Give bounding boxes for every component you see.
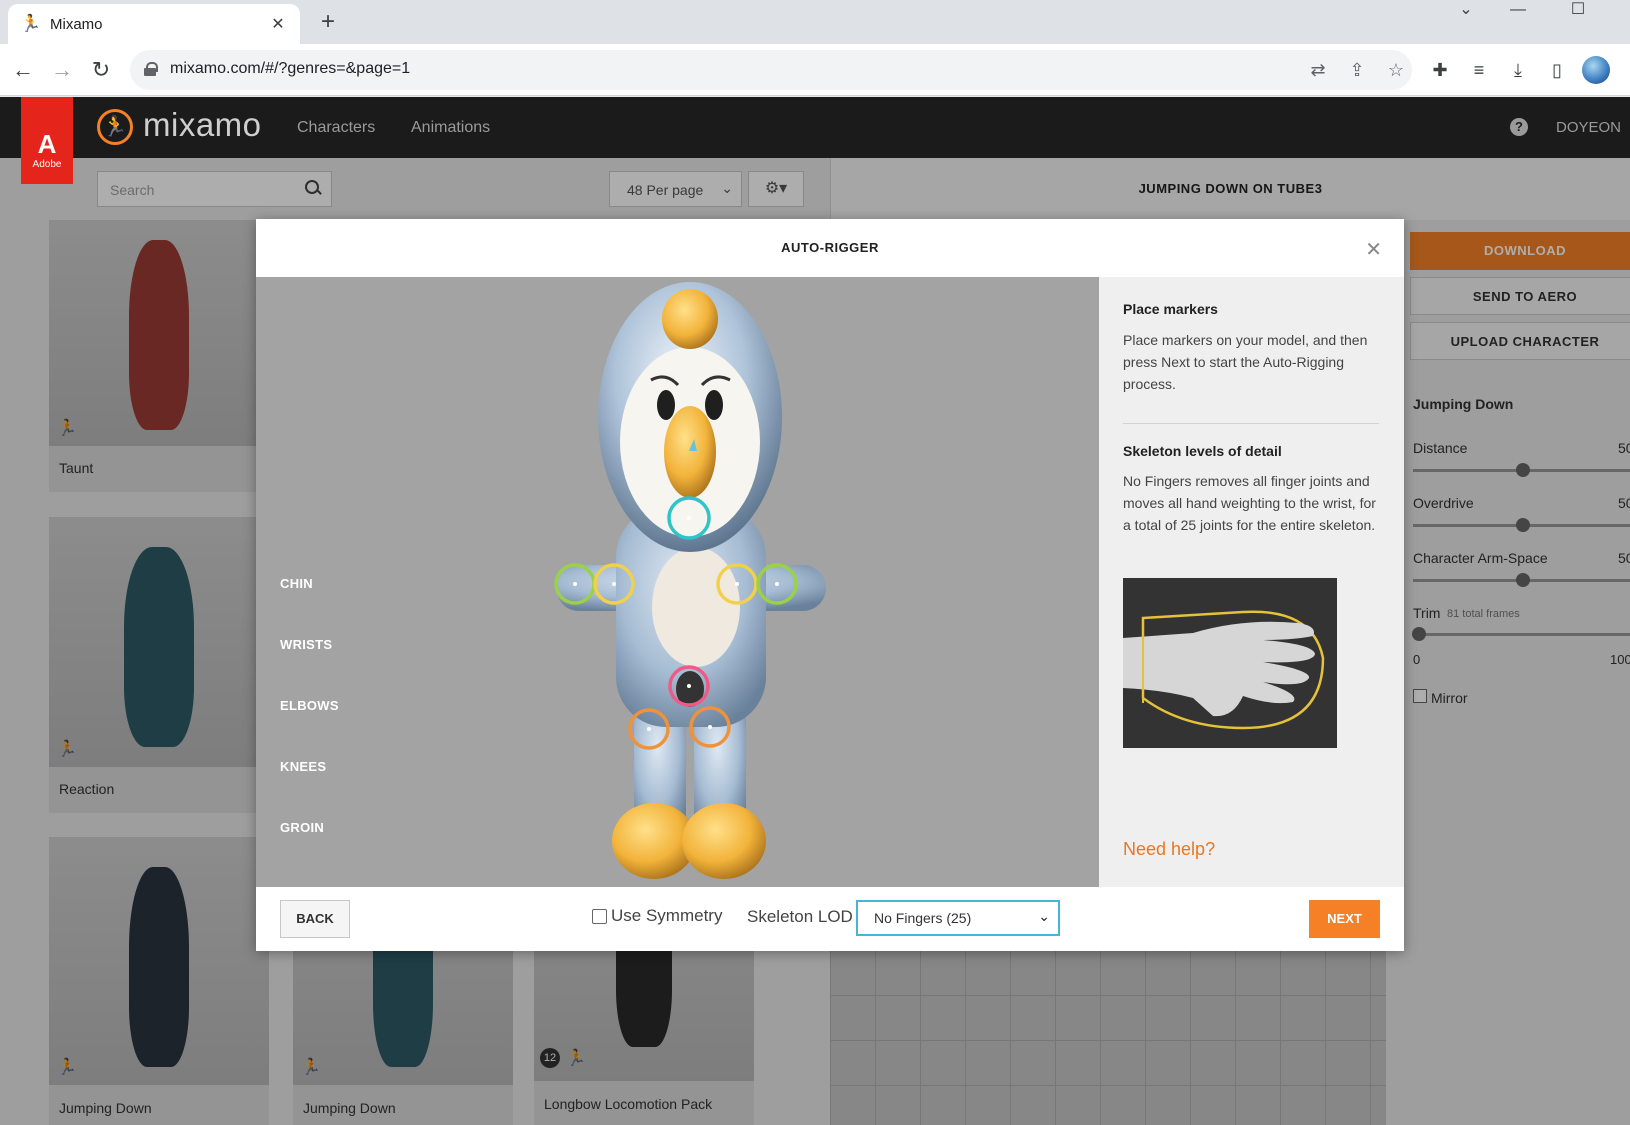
close-tab-icon[interactable]: ✕ [268, 14, 288, 34]
forward-arrow-icon[interactable]: → [48, 56, 76, 84]
chin-marker[interactable] [667, 496, 711, 540]
need-help-link[interactable]: Need help? [1123, 839, 1215, 860]
mixamo-logo-text[interactable]: mixamo [143, 106, 262, 144]
adobe-a-icon: A [37, 129, 57, 159]
extensions-puzzle-icon[interactable]: ✚ [1426, 56, 1454, 84]
nav-animations[interactable]: Animations [411, 119, 490, 137]
nav-characters[interactable]: Characters [297, 119, 375, 137]
groin-marker[interactable] [668, 665, 710, 707]
reload-icon[interactable]: ↻ [87, 56, 115, 84]
marker-layer [554, 496, 798, 750]
chevron-down-icon: ⌄ [1038, 908, 1050, 924]
auto-rigger-modal: AUTO-RIGGER ✕ CHIN WRISTS ELBOWS KNEES G… [256, 219, 1404, 951]
translate-icon[interactable]: ⇄ [1306, 58, 1330, 82]
browser-tab-strip: 🏃 Mixamo ✕ + ⌄ — ☐ [0, 0, 1630, 44]
place-markers-heading: Place markers [1123, 301, 1218, 317]
help-panel: Place markers Place markers on your mode… [1099, 277, 1404, 887]
tab-title: Mixamo [50, 15, 103, 33]
knee-marker-right[interactable] [689, 706, 731, 748]
url-text[interactable]: mixamo.com/#/?genres=&page=1 [170, 60, 410, 78]
mixamo-logo-icon[interactable]: 🏃 [97, 109, 133, 145]
skeleton-lod-label: Skeleton LOD [747, 907, 853, 926]
knee-marker-left[interactable] [628, 708, 670, 750]
minimize-button[interactable]: — [1496, 0, 1540, 24]
next-button[interactable]: NEXT [1309, 900, 1380, 938]
download-icon[interactable]: ⤓ [1504, 56, 1532, 84]
rig-viewport[interactable]: CHIN WRISTS ELBOWS KNEES GROIN [256, 277, 1099, 887]
lod-text: No Fingers removes all finger joints and… [1123, 473, 1376, 533]
modal-title: AUTO-RIGGER [781, 240, 879, 255]
wrist-marker-left[interactable] [554, 563, 596, 605]
use-symmetry-toggle[interactable]: Use Symmetry [592, 906, 722, 926]
use-symmetry-label: Use Symmetry [611, 906, 723, 925]
share-icon[interactable]: ⇪ [1345, 58, 1369, 82]
mixamo-favicon-icon: 🏃 [20, 14, 42, 33]
address-bar-row: ← → ↻ mixamo.com/#/?genres=&page=1 ⇄ ⇪ ☆… [0, 44, 1630, 96]
lod-heading: Skeleton levels of detail [1123, 443, 1282, 459]
hand-illustration [1123, 578, 1337, 748]
skeleton-lod-select[interactable]: No Fingers (25) ⌄ [856, 900, 1060, 936]
browser-tab[interactable]: 🏃 Mixamo ✕ [8, 4, 300, 44]
adobe-label: Adobe [32, 159, 62, 170]
back-arrow-icon[interactable]: ← [9, 56, 37, 84]
elbow-marker-right[interactable] [716, 563, 758, 605]
tab-search-chevron-icon[interactable]: ⌄ [1444, 0, 1488, 24]
new-tab-button[interactable]: + [314, 8, 342, 36]
profile-avatar[interactable] [1582, 56, 1610, 84]
omnibox[interactable]: mixamo.com/#/?genres=&page=1 ⇄ ⇪ ☆ [130, 50, 1412, 90]
bookmark-star-icon[interactable]: ☆ [1384, 58, 1408, 82]
divider [1123, 423, 1379, 424]
wrist-marker-right[interactable] [756, 563, 798, 605]
hand-icon [1123, 610, 1325, 730]
back-button[interactable]: BACK [280, 900, 350, 938]
media-queue-icon[interactable]: ≡ [1465, 56, 1493, 84]
elbow-marker-left[interactable] [593, 563, 635, 605]
user-menu[interactable]: DOYEON [1556, 119, 1621, 136]
place-markers-text: Place markers on your model, and then pr… [1123, 332, 1368, 392]
modal-footer: BACK Use Symmetry Skeleton LOD No Finger… [256, 887, 1404, 951]
lock-icon [144, 62, 158, 76]
close-icon[interactable]: ✕ [1365, 237, 1382, 262]
skeleton-lod-value: No Fingers (25) [874, 910, 972, 926]
help-icon[interactable]: ? [1510, 118, 1528, 136]
maximize-button[interactable]: ☐ [1556, 0, 1600, 24]
side-panel-icon[interactable]: ▯ [1543, 56, 1571, 84]
adobe-logo[interactable]: A Adobe [21, 97, 73, 184]
use-symmetry-checkbox[interactable] [592, 908, 607, 924]
